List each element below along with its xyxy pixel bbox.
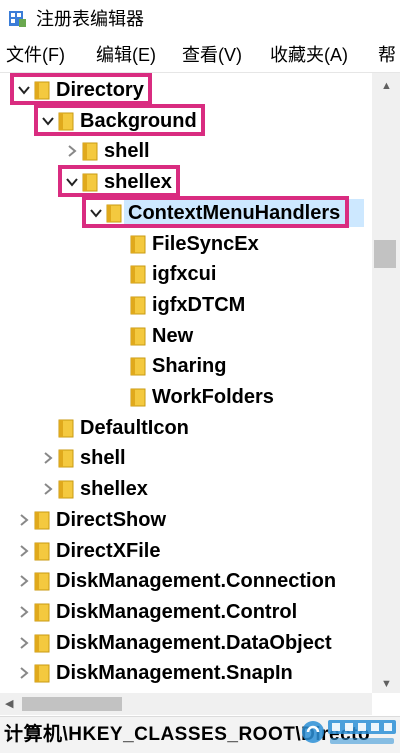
folder-icon: [130, 357, 146, 376]
tree-item[interactable]: DiskManagement.SnapIn: [0, 658, 372, 689]
folder-icon: [82, 142, 98, 161]
tree-item[interactable]: DefaultIcon: [0, 413, 372, 444]
folder-icon: [34, 634, 50, 653]
folder-icon: [34, 542, 50, 560]
tree-item-label: DefaultIcon: [80, 416, 189, 439]
folder-icon: [130, 235, 146, 253]
menu-help[interactable]: 帮: [378, 43, 396, 67]
chevron-right-icon[interactable]: [16, 572, 32, 590]
folder-icon: [130, 327, 146, 346]
tree-item[interactable]: Sharing: [0, 351, 372, 382]
annotation-highlight-box: [34, 103, 205, 136]
vertical-scroll-thumb[interactable]: [374, 240, 396, 268]
tree-item-label: DiskManagement.SnapIn: [56, 662, 293, 685]
menu-favorites[interactable]: 收藏夹(A): [270, 43, 348, 67]
tree-item[interactable]: DiskManagement.Control: [0, 597, 372, 628]
tree-item[interactable]: igfxDTCM: [0, 290, 372, 321]
tree-item[interactable]: DirectXFile: [0, 536, 372, 567]
tree-item-label: igfxcui: [152, 263, 217, 286]
horizontal-scroll-thumb[interactable]: [22, 697, 122, 711]
tree-item-label: DirectShow: [56, 508, 167, 531]
annotation-highlight-box: [82, 195, 349, 228]
tree-item-label: DiskManagement.Control: [56, 600, 298, 623]
chevron-right-icon[interactable]: [16, 542, 32, 560]
tree-item-label: WorkFolders: [152, 386, 274, 408]
tree-item[interactable]: DirectShow: [0, 505, 372, 536]
folder-icon: [34, 572, 50, 591]
scroll-up-arrow-icon[interactable]: ▲: [381, 80, 392, 92]
chevron-right-icon[interactable]: [16, 664, 32, 682]
chevron-right-icon[interactable]: [64, 142, 80, 160]
tree-item-label: shellex: [80, 478, 148, 501]
tree-item[interactable]: DiskManagement.Connection: [0, 566, 372, 597]
tree-item-label: FileSyncEx: [152, 232, 259, 255]
folder-icon: [58, 480, 74, 499]
chevron-right-icon[interactable]: [40, 449, 56, 467]
tree-item-label: Sharing: [152, 355, 227, 378]
tree-item[interactable]: shellex: [0, 167, 372, 198]
window-title: 注册表编辑器: [36, 9, 144, 29]
folder-icon: [58, 419, 74, 438]
registry-tree[interactable]: Directory Background shell shellex ContextMe…: [0, 73, 372, 693]
tree-item[interactable]: shellex: [0, 474, 372, 505]
tree-item[interactable]: shell: [0, 443, 372, 474]
annotation-highlight-box: [10, 73, 152, 105]
watermark-logo: [302, 720, 396, 744]
folder-icon: [130, 388, 146, 407]
tree-item[interactable]: igfxcui: [0, 259, 372, 290]
tree-item[interactable]: WorkFolders: [0, 382, 372, 413]
tree-item-label: igfxDTCM: [152, 293, 246, 316]
folder-icon: [58, 449, 74, 468]
tree-item-label: DirectXFile: [56, 539, 161, 562]
vertical-scrollbar[interactable]: [372, 73, 400, 693]
folder-icon: [34, 664, 50, 683]
folder-icon: [34, 511, 50, 530]
tree-item-label: New: [152, 324, 194, 347]
menu-view[interactable]: 查看(V): [182, 43, 242, 67]
chevron-right-icon[interactable]: [16, 603, 32, 621]
tree-item[interactable]: shell: [0, 136, 372, 167]
tree-item[interactable]: DiskManagement.DataObject: [0, 628, 372, 659]
chevron-right-icon[interactable]: [16, 511, 32, 529]
tree-item-label: DiskManagement.Connection: [56, 570, 337, 593]
menu-file[interactable]: 文件(F): [6, 43, 65, 67]
title-bar: 注册表编辑器: [0, 0, 400, 38]
tree-item-label: shell: [104, 140, 150, 163]
folder-icon: [130, 296, 146, 315]
tree-item-label: DiskManagement.DataObject: [56, 631, 332, 654]
folder-icon: [34, 603, 50, 622]
folder-icon: [130, 265, 146, 284]
menu-bar: 文件(F) 编辑(E) 查看(V) 收藏夹(A) 帮: [0, 38, 400, 73]
chevron-right-icon[interactable]: [16, 634, 32, 652]
chevron-right-icon[interactable]: [40, 480, 56, 498]
menu-edit[interactable]: 编辑(E): [96, 43, 156, 67]
regedit-app-icon: [9, 11, 26, 27]
tree-item-label: shell: [80, 447, 126, 470]
scroll-left-arrow-icon[interactable]: ◀: [5, 697, 13, 710]
scroll-down-arrow-icon[interactable]: ▼: [381, 678, 392, 690]
tree-item[interactable]: FileSyncEx: [0, 229, 372, 260]
tree-item[interactable]: New: [0, 321, 372, 352]
annotation-highlight-box: [58, 165, 180, 198]
